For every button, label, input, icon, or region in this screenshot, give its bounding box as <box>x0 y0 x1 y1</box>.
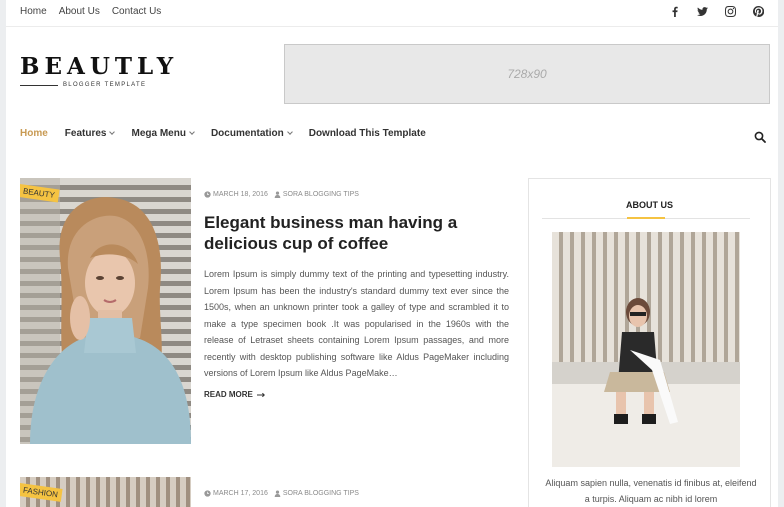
widget-title: ABOUT US <box>626 200 673 210</box>
post-author-text: SORA BLOGGING TIPS <box>282 191 359 198</box>
logo-divider <box>20 84 58 86</box>
site-logo[interactable]: BEAUTLY BLOGGER TEMPLATE <box>20 53 179 88</box>
logo-tagline: BLOGGER TEMPLATE <box>63 82 147 88</box>
post-author-text: SORA BLOGGING TIPS <box>282 490 359 497</box>
post-date-text: MARCH 18, 2016 <box>213 191 268 198</box>
pinterest-icon[interactable] <box>752 5 764 17</box>
search-icon[interactable] <box>754 130 766 143</box>
top-link-home[interactable]: Home <box>20 6 47 17</box>
post-author[interactable]: SORA BLOGGING TIPS <box>274 490 359 497</box>
chevron-down-icon <box>286 129 293 135</box>
nav-item-features[interactable]: Features <box>64 128 116 139</box>
nav-item-home[interactable]: Home <box>20 128 48 139</box>
about-image <box>552 232 740 467</box>
nav-item-documentation[interactable]: Documentation <box>210 128 293 139</box>
post-excerpt: Lorem Ipsum is simply dummy text of the … <box>204 269 509 378</box>
post-thumbnail[interactable]: BEAUTY <box>20 178 191 444</box>
about-text: Aliquam sapien nulla, venenatis id finib… <box>545 478 757 504</box>
user-icon <box>274 191 281 198</box>
top-link-about[interactable]: About Us <box>59 6 100 17</box>
post-meta: MARCH 18, 2016 SORA BLOGGING TIPS <box>204 191 359 198</box>
nav-label: Mega Menu <box>131 128 186 139</box>
nav-item-mega-menu[interactable]: Mega Menu <box>131 128 195 139</box>
top-bar: Home About Us Contact Us <box>6 0 778 27</box>
about-widget: ABOUT US Aliquam sapien nulla, venenatis… <box>528 178 771 507</box>
clock-icon <box>204 191 211 198</box>
top-link-contact[interactable]: Contact Us <box>112 6 161 17</box>
post-date: MARCH 17, 2016 <box>204 490 268 497</box>
chevron-down-icon <box>189 129 195 135</box>
post-title[interactable]: Elegant business man having a delicious … <box>204 212 514 254</box>
post-date-text: MARCH 17, 2016 <box>213 490 268 497</box>
nav-label: Download This Template <box>308 128 426 139</box>
post-author[interactable]: SORA BLOGGING TIPS <box>274 191 359 198</box>
logo-text: BEAUTLY <box>20 53 179 80</box>
social-links <box>668 5 764 17</box>
chevron-down-icon <box>109 129 116 135</box>
nav-label: Documentation <box>210 128 284 139</box>
main-nav: Home Features Mega Menu Documentation Do… <box>20 128 426 139</box>
read-more-link[interactable]: READ MORE <box>204 390 266 399</box>
nav-label: Home <box>20 128 48 139</box>
widget-accent-line <box>627 217 665 219</box>
ad-banner[interactable]: 728x90 <box>284 44 770 104</box>
user-icon <box>274 490 281 497</box>
facebook-icon[interactable] <box>668 5 680 17</box>
logo-sub: BLOGGER TEMPLATE <box>20 82 150 88</box>
post-meta: MARCH 17, 2016 SORA BLOGGING TIPS <box>204 490 359 497</box>
twitter-icon[interactable] <box>696 5 708 17</box>
post-thumbnail[interactable]: FASHION <box>20 477 191 507</box>
ad-size-label: 728x90 <box>507 67 547 81</box>
post-date: MARCH 18, 2016 <box>204 191 268 198</box>
nav-label: Features <box>64 128 107 139</box>
page: Home About Us Contact Us BEAUTLY BLOGGER… <box>6 0 778 507</box>
read-more-label: READ MORE <box>204 390 253 399</box>
clock-icon <box>204 490 211 497</box>
instagram-icon[interactable] <box>724 5 736 17</box>
top-links: Home About Us Contact Us <box>20 6 161 17</box>
arrow-right-icon <box>256 392 265 397</box>
nav-item-download[interactable]: Download This Template <box>309 128 426 139</box>
